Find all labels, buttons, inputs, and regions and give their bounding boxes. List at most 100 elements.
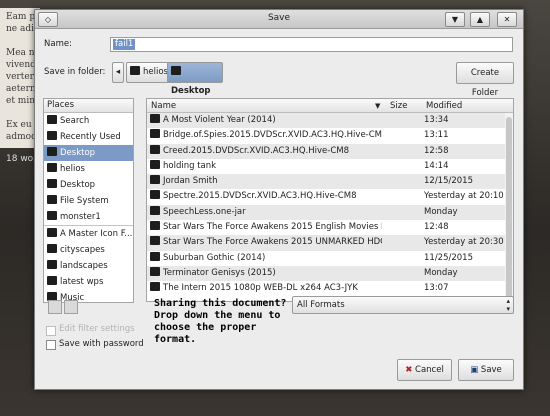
save-with-password-checkbox[interactable] (46, 340, 56, 350)
file-name: Star Wars The Force Awakens 2015 English… (150, 220, 382, 235)
place-label: monster1 (60, 212, 101, 222)
column-size-header[interactable]: Size (390, 101, 407, 111)
file-row[interactable]: holding tank 14:14 (147, 159, 513, 174)
bg-line: et min (6, 96, 36, 106)
file-name: Suburban Gothic (2014) (150, 251, 382, 266)
create-folder-button[interactable]: Create Folder (456, 62, 514, 98)
breadcrumb-label: helios (143, 67, 168, 77)
file-name-text: holding tank (163, 160, 217, 171)
place-label: Desktop (60, 180, 96, 190)
file-row[interactable]: Bridge.of.Spies.2015.DVDScr.XVID.AC3.HQ.… (147, 128, 513, 143)
file-row[interactable]: Creed.2015.DVDScr.XVID.AC3.HQ.Hive-CM8 12… (147, 143, 513, 159)
file-list-scrollbar[interactable] (505, 113, 513, 301)
place-latest-wps[interactable]: latest wps (44, 274, 133, 290)
place-desktop[interactable]: Desktop (44, 177, 133, 193)
file-modified: Monday (424, 267, 458, 278)
file-row[interactable]: A Most Violent Year (2014) 13:34 (147, 113, 513, 129)
title-bar[interactable]: ◇ Save ▼ ▲ ✕ (35, 10, 523, 29)
bg-line: aetern (6, 84, 36, 94)
place-recently-used[interactable]: Recently Used (44, 129, 133, 145)
file-name-text: Suburban Gothic (2014) (163, 252, 266, 263)
file-name: Spectre.2015.DVDScr.XVID.AC3.HQ.Hive-CM8 (150, 189, 382, 204)
maximize-icon[interactable]: ▲ (470, 12, 490, 27)
folder-icon (150, 175, 160, 185)
file-row[interactable]: Spectre.2015.DVDScr.XVID.AC3.HQ.Hive-CM8… (147, 189, 513, 204)
bg-line: Mea n (6, 48, 35, 58)
save-icon: ▣ (470, 365, 479, 375)
drive-icon (47, 211, 57, 220)
file-modified: Yesterday at 20:30 (424, 237, 504, 248)
column-modified-header[interactable]: Modified (426, 101, 462, 111)
place-landscapes[interactable]: landscapes (44, 258, 133, 274)
file-row[interactable]: Star Wars The Force Awakens 2015 English… (147, 220, 513, 235)
place-search[interactable]: Search (44, 113, 133, 129)
home-icon (47, 163, 57, 172)
bg-line: Ex eu (6, 120, 32, 130)
bg-line: ne adi (6, 24, 34, 34)
file-name: Jordan Smith (150, 174, 382, 189)
file-name-text: Spectre.2015.DVDScr.XVID.AC3.HQ.Hive-CM8 (163, 191, 357, 202)
file-row[interactable]: Terminator Genisys (2015) Monday (147, 265, 513, 282)
folder-icon (150, 205, 160, 215)
edit-filter-checkbox[interactable] (46, 326, 56, 336)
drive-icon (47, 195, 57, 204)
format-tooltip: Sharing this document? Drop down the men… (154, 298, 287, 345)
place-helios[interactable]: helios (44, 161, 133, 177)
folder-icon (47, 260, 57, 269)
file-name: Creed.2015.DVDScr.XVID.AC3.HQ.Hive-CM8 (150, 144, 382, 159)
file-row[interactable]: The Intern 2015 1080p WEB-DL x264 AC3-JY… (147, 281, 513, 296)
places-header[interactable]: Places (44, 99, 133, 113)
column-name-header[interactable]: Name (151, 101, 176, 111)
breadcrumb-back-arrow-icon[interactable]: ◂ (112, 62, 124, 83)
file-modified: Yesterday at 20:10 (424, 191, 504, 202)
bg-line: admod (6, 132, 37, 142)
file-format-dropdown[interactable]: All Formats ▴ ▾ (292, 296, 514, 314)
folder-icon (150, 221, 160, 231)
scrollbar-thumb[interactable] (506, 117, 512, 301)
place-label: Desktop (60, 148, 96, 158)
minimize-icon[interactable]: ▼ (445, 12, 465, 27)
file-name-text: Bridge.of.Spies.2015.DVDScr.XVID.AC3.HQ.… (163, 130, 382, 141)
save-dialog: ◇ Save ▼ ▲ ✕ Name: fail1 Save in folder:… (34, 9, 524, 390)
filename-selected-text: fail1 (113, 39, 136, 50)
place-cityscapes[interactable]: cityscapes (44, 242, 133, 258)
dropdown-arrows-icon: ▴ ▾ (506, 297, 510, 313)
file-name-text: SpeechLess.one-jar (163, 206, 246, 217)
add-place-icon[interactable] (48, 300, 62, 314)
file-row[interactable]: Star Wars The Force Awakens 2015 UNMARKE… (147, 235, 513, 251)
bg-line: verter (6, 72, 34, 82)
file-row[interactable]: Jordan Smith 12/15/2015 (147, 174, 513, 190)
breadcrumb-helios[interactable]: helios (126, 62, 169, 83)
folder-icon (150, 114, 160, 123)
filename-input[interactable]: fail1 (110, 37, 513, 52)
remove-place-icon[interactable] (64, 300, 78, 314)
file-modified: Monday (424, 206, 458, 217)
cancel-button[interactable]: ✖ Cancel (397, 359, 452, 381)
file-row[interactable]: Suburban Gothic (2014) 11/25/2015 (147, 251, 513, 266)
places-sidebar: Places Search Recently Used Desktop heli… (43, 98, 134, 303)
cancel-icon: ✖ (405, 365, 413, 375)
place-label: Recently Used (60, 132, 121, 142)
place-monster1[interactable]: monster1 (44, 209, 133, 225)
file-row[interactable]: SpeechLess.one-jar Monday (147, 204, 513, 221)
sort-descending-icon[interactable]: ▼ (375, 102, 380, 110)
place-master-icon[interactable]: A Master Icon F... (44, 225, 133, 242)
file-list: Name ▼ Size Modified A Most Violent Year… (146, 98, 514, 302)
place-file-system[interactable]: File System (44, 193, 133, 209)
file-name-text: Star Wars The Force Awakens 2015 English… (163, 222, 382, 233)
desktop-icon (47, 147, 57, 156)
file-rows: A Most Violent Year (2014) 13:34 Bridge.of… (147, 113, 513, 297)
file-name: A Most Violent Year (2014) (150, 113, 382, 128)
place-desktop-selected[interactable]: Desktop (44, 145, 133, 161)
folder-icon (150, 266, 160, 276)
folder-icon (47, 244, 57, 253)
name-label: Name: (44, 39, 72, 49)
file-modified: 12:58 (424, 145, 449, 156)
close-icon[interactable]: ✕ (497, 12, 517, 27)
place-label: cityscapes (60, 245, 105, 255)
breadcrumb-desktop[interactable]: Desktop (167, 62, 223, 96)
file-modified: 13:11 (424, 130, 449, 141)
file-modified: 12:48 (424, 222, 449, 233)
place-label: A Master Icon F... (60, 229, 133, 239)
save-button[interactable]: ▣ Save (458, 359, 514, 381)
